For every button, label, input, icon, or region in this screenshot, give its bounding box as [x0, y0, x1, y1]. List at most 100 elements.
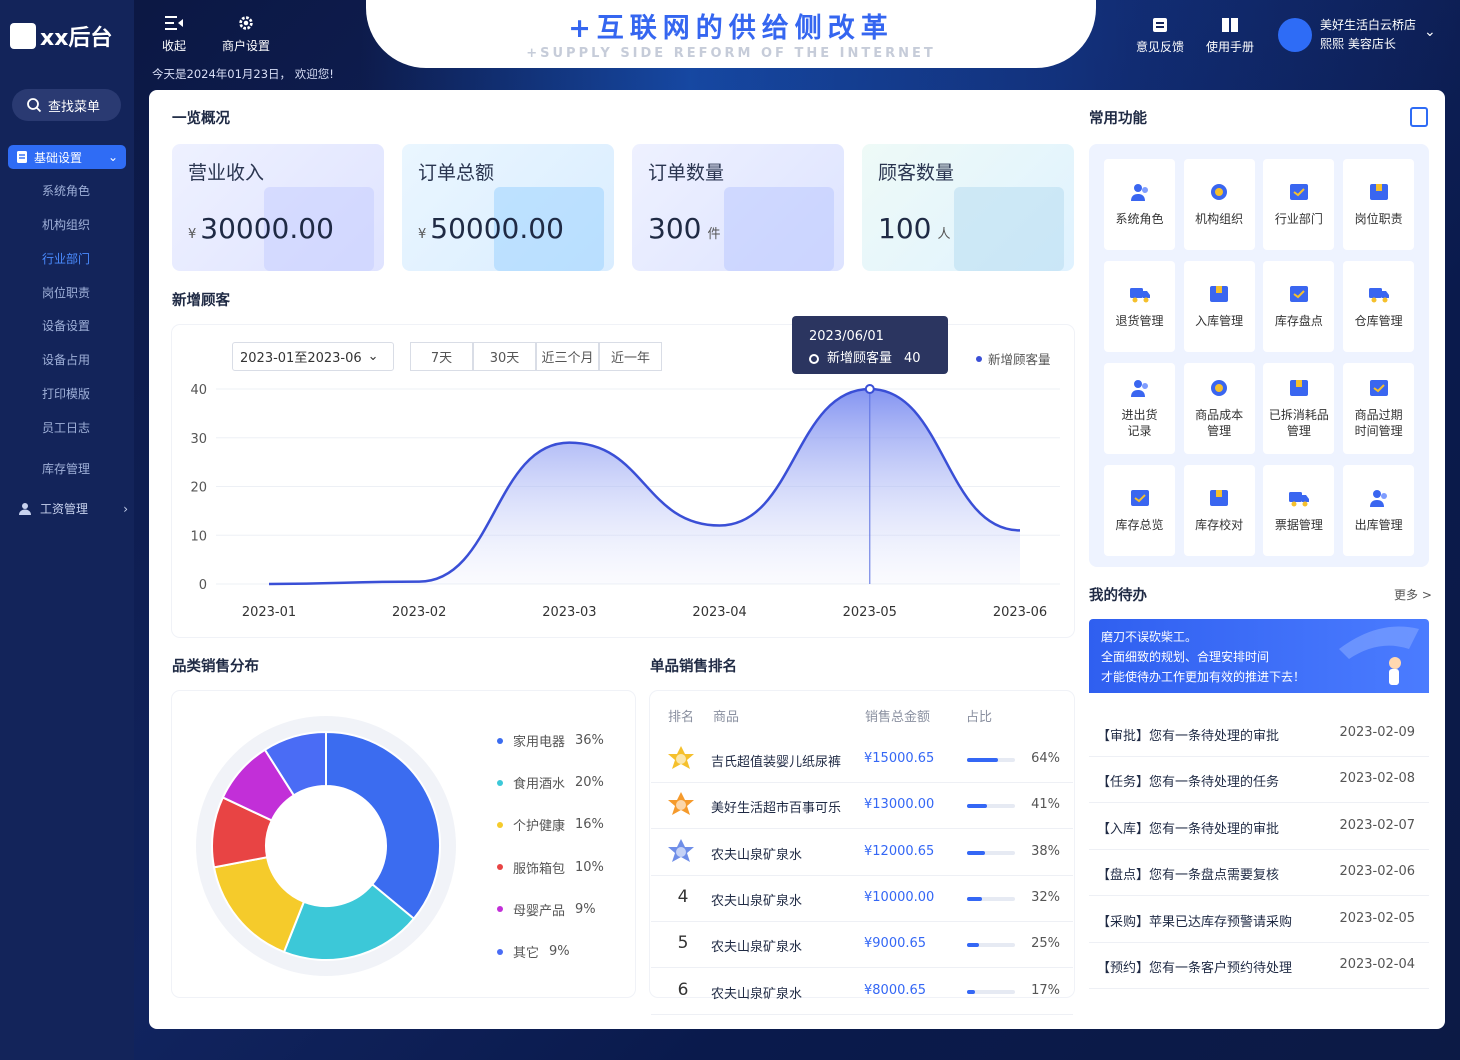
todo-item[interactable]: 【预约】您有一条客户预约待处理 2023-02-04: [1089, 943, 1429, 989]
share-percent: 41%: [1031, 797, 1060, 813]
ranking-header-share: 占比: [966, 710, 993, 725]
todo-more-link[interactable]: 更多 >: [1394, 586, 1432, 603]
card-title: 订单总额: [418, 162, 495, 184]
box-icon: [1210, 490, 1229, 506]
function-tile[interactable]: 仓库管理: [1343, 261, 1415, 352]
sidebar-item[interactable]: 系统角色: [42, 182, 90, 199]
sidebar-group-salary[interactable]: 工资管理 ›: [18, 500, 128, 517]
sidebar-item[interactable]: 设备设置: [42, 317, 90, 334]
todo-item[interactable]: 【审批】您有一条待处理的审批 2023-02-09: [1089, 711, 1429, 757]
function-tile[interactable]: 系统角色: [1104, 159, 1175, 250]
person-illustration: [1339, 626, 1419, 685]
ranking-row[interactable]: 4 农夫山泉矿泉水 ¥10000.00 32%: [651, 876, 1073, 922]
product-name: 农夫山泉矿泉水: [711, 986, 803, 1002]
function-tile[interactable]: 商品成本 管理: [1183, 363, 1255, 454]
function-label: 票据管理: [1274, 518, 1323, 532]
function-tile[interactable]: 机构组织: [1183, 159, 1255, 250]
overview-card[interactable]: 订单数量 300 件: [632, 144, 844, 271]
app-logo[interactable]: xx后台: [10, 20, 112, 52]
overview-card[interactable]: 营业收入 ¥30000.00: [172, 144, 384, 271]
feedback-button[interactable]: 意见反馈: [1136, 16, 1184, 55]
ranking-row[interactable]: 5 农夫山泉矿泉水 ¥9000.65 25%: [651, 922, 1073, 969]
edit-icon[interactable]: [1410, 107, 1428, 127]
function-tile[interactable]: 行业部门: [1263, 159, 1335, 250]
range-tab[interactable]: 近三个月: [536, 342, 599, 371]
avatar[interactable]: [1278, 18, 1312, 52]
tooltip-marker: [809, 354, 819, 364]
todo-text: 【审批】您有一条待处理的审批: [1097, 729, 1280, 744]
truck-icon: [1368, 288, 1389, 303]
yuan-icon: [1211, 184, 1228, 200]
user-info[interactable]: 美好生活白云桥店 熙熙 美容店长: [1320, 16, 1416, 54]
card-decoration: [724, 187, 834, 271]
date-range-picker[interactable]: 2023-01至2023-06 ⌄: [232, 342, 394, 371]
overview-card[interactable]: 订单总额 ¥50000.00: [402, 144, 614, 271]
ranking-row[interactable]: 6 农夫山泉矿泉水 ¥8000.65 17%: [651, 969, 1073, 1015]
function-tile[interactable]: 库存盘点: [1263, 261, 1335, 352]
todo-item[interactable]: 【任务】您有一条待处理的任务 2023-02-08: [1089, 757, 1429, 804]
category-pct: 9%: [549, 944, 570, 959]
range-tab[interactable]: 30天: [473, 342, 536, 371]
medal-icon: [668, 792, 694, 816]
chevron-down-icon: ⌄: [367, 349, 379, 364]
checkbox-icon: [1369, 380, 1388, 396]
function-tile[interactable]: 退货管理: [1104, 261, 1175, 352]
ranking-header-product: 商品: [713, 710, 740, 725]
function-tile[interactable]: 岗位职责: [1343, 159, 1415, 250]
category-name: 母婴产品: [513, 903, 566, 919]
ranking-row[interactable]: 农夫山泉矿泉水 ¥12000.65 38%: [651, 830, 1073, 876]
chevron-down-icon[interactable]: ⌄: [1424, 24, 1436, 40]
user-icon: [19, 502, 31, 515]
todo-date: 2023-02-07: [1339, 817, 1415, 833]
rank-number: 4: [677, 886, 689, 907]
ranking-row[interactable]: 吉氏超值装婴儿纸尿裤 ¥15000.65 64%: [651, 737, 1073, 783]
sidebar-item[interactable]: 机构组织: [42, 216, 90, 233]
collapse-button[interactable]: 收起: [162, 14, 186, 54]
overview-card[interactable]: 顾客数量 100 人: [862, 144, 1074, 271]
sidebar-item[interactable]: 行业部门: [42, 250, 90, 267]
tooltip-row: 新增顾客量 40: [809, 348, 931, 370]
merchant-settings-button[interactable]: 商户设置: [222, 14, 270, 54]
rank-number: 6: [677, 979, 689, 1000]
manual-button[interactable]: 使用手册: [1206, 16, 1254, 55]
sidebar-group-basic-settings[interactable]: 基础设置 ⌄: [8, 145, 126, 169]
sidebar-item[interactable]: 打印模版: [42, 385, 90, 402]
ranking-row[interactable]: 美好生活超市百事可乐 ¥13000.00 41%: [651, 783, 1073, 830]
todo-title: 我的待办: [1089, 588, 1147, 604]
function-tile[interactable]: 入库管理: [1183, 261, 1255, 352]
sidebar-item[interactable]: 设备占用: [42, 351, 90, 368]
range-tab[interactable]: 近一年: [599, 342, 662, 371]
sidebar-item[interactable]: 员工日志: [42, 419, 90, 436]
function-tile[interactable]: 库存校对: [1183, 465, 1255, 556]
share-percent: 17%: [1031, 982, 1060, 998]
ranking-header-amount: 销售总金额: [865, 710, 931, 725]
function-tile[interactable]: 出库管理: [1343, 465, 1415, 556]
search-menu-button[interactable]: 查找菜单: [12, 89, 121, 121]
sidebar-item[interactable]: 库存管理: [42, 460, 90, 477]
box-icon: [1369, 184, 1388, 200]
ranking-title: 单品销售排名: [650, 659, 737, 675]
sales-amount: ¥15000.65: [864, 751, 935, 766]
function-label: 行业部门: [1274, 212, 1323, 226]
share-bar-fill: [967, 850, 986, 855]
todo-text: 【入库】您有一条待处理的审批: [1097, 821, 1280, 837]
function-label: 库存校对: [1195, 518, 1244, 532]
todo-item[interactable]: 【盘点】您有一条盘点需要复核 2023-02-06: [1089, 850, 1429, 897]
medal-icon: [668, 838, 694, 862]
sidebar-item[interactable]: 岗位职责: [42, 284, 90, 301]
users-icon: [1130, 380, 1148, 397]
card-title: 顾客数量: [878, 162, 955, 184]
legend-dot: [497, 864, 503, 871]
range-tab[interactable]: 7天: [410, 342, 473, 371]
todo-item[interactable]: 【入库】您有一条待处理的审批 2023-02-07: [1089, 804, 1429, 850]
tooltip-value: 40: [904, 351, 921, 366]
function-tile[interactable]: 进出货 记录: [1104, 363, 1175, 454]
function-tile[interactable]: 库存总览: [1104, 465, 1175, 556]
feedback-label: 意见反馈: [1136, 40, 1185, 54]
card-value: 100: [878, 212, 932, 245]
function-tile[interactable]: 票据管理: [1263, 465, 1335, 556]
todo-item[interactable]: 【采购】苹果已达库存预警请采购 2023-02-05: [1089, 897, 1429, 943]
function-tile[interactable]: 已拆消耗品 管理: [1263, 363, 1335, 454]
book-icon: [1222, 18, 1238, 32]
function-tile[interactable]: 商品过期 时间管理: [1343, 363, 1415, 454]
